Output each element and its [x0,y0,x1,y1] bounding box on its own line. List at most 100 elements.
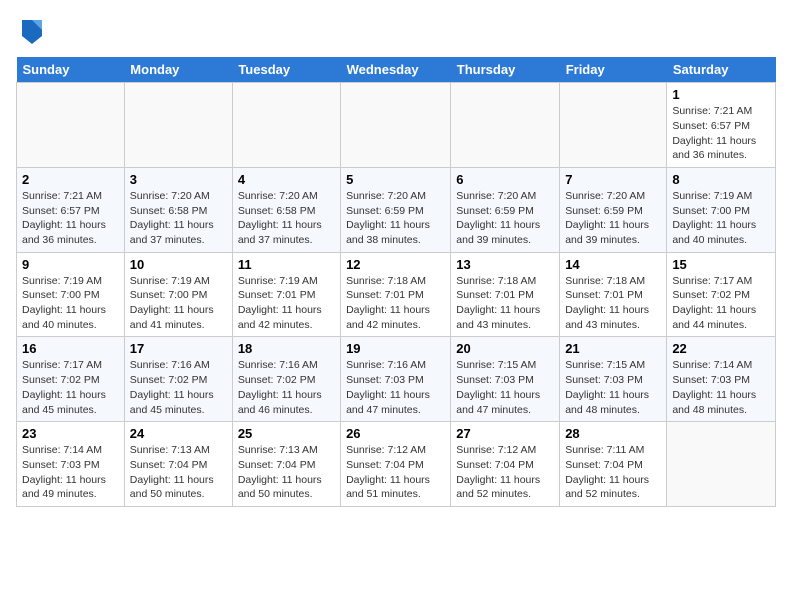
day-info: Sunrise: 7:18 AM Sunset: 7:01 PM Dayligh… [456,274,554,333]
calendar-week-5: 23 Sunrise: 7:14 AM Sunset: 7:03 PM Dayli… [17,422,776,507]
day-number: 11 [238,257,335,272]
day-info: Sunrise: 7:14 AM Sunset: 7:03 PM Dayligh… [22,443,119,502]
day-number: 26 [346,426,445,441]
day-number: 16 [22,341,119,356]
day-info: Sunrise: 7:19 AM Sunset: 7:00 PM Dayligh… [672,189,770,248]
calendar-cell [17,83,125,168]
calendar-cell: 14Sunrise: 7:18 AM Sunset: 7:01 PM Dayli… [560,252,667,337]
weekday-header-monday: Monday [124,57,232,83]
day-number: 23 [22,426,119,441]
calendar-cell: 11 Sunrise: 7:19 AM Sunset: 7:01 PM Dayli… [232,252,340,337]
calendar-cell: 15 Sunrise: 7:17 AM Sunset: 7:02 PM Dayli… [667,252,776,337]
day-number: 10 [130,257,227,272]
calendar-cell: 4 Sunrise: 7:20 AM Sunset: 6:58 PM Daylig… [232,167,340,252]
day-number: 6 [456,172,554,187]
weekday-header-tuesday: Tuesday [232,57,340,83]
day-number: 19 [346,341,445,356]
calendar-cell: 19 Sunrise: 7:16 AM Sunset: 7:03 PM Dayli… [341,337,451,422]
day-number: 22 [672,341,770,356]
calendar-cell: 8 Sunrise: 7:19 AM Sunset: 7:00 PM Daylig… [667,167,776,252]
calendar-cell: 20 Sunrise: 7:15 AM Sunset: 7:03 PM Dayli… [451,337,560,422]
calendar-cell: 1 Sunrise: 7:21 AM Sunset: 6:57 PM Daylig… [667,83,776,168]
weekday-header-saturday: Saturday [667,57,776,83]
day-info: Sunrise: 7:16 AM Sunset: 7:02 PM Dayligh… [238,358,335,417]
day-info: Sunrise: 7:20 AM Sunset: 6:59 PM Dayligh… [456,189,554,248]
day-info: Sunrise: 7:13 AM Sunset: 7:04 PM Dayligh… [238,443,335,502]
calendar-cell: 3 Sunrise: 7:20 AM Sunset: 6:58 PM Daylig… [124,167,232,252]
calendar-cell: 22 Sunrise: 7:14 AM Sunset: 7:03 PM Dayli… [667,337,776,422]
day-info: Sunrise: 7:15 AM Sunset: 7:03 PM Dayligh… [565,358,661,417]
day-info: Sunrise: 7:20 AM Sunset: 6:59 PM Dayligh… [565,189,661,248]
weekday-header-thursday: Thursday [451,57,560,83]
weekday-header-wednesday: Wednesday [341,57,451,83]
day-number: 12 [346,257,445,272]
calendar-cell: 18 Sunrise: 7:16 AM Sunset: 7:02 PM Dayli… [232,337,340,422]
weekday-header-friday: Friday [560,57,667,83]
day-info: Sunrise: 7:20 AM Sunset: 6:58 PM Dayligh… [238,189,335,248]
day-number: 13 [456,257,554,272]
day-number: 28 [565,426,661,441]
calendar-cell: 25 Sunrise: 7:13 AM Sunset: 7:04 PM Dayli… [232,422,340,507]
day-number: 27 [456,426,554,441]
calendar-table: SundayMondayTuesdayWednesdayThursdayFrid… [16,57,776,507]
day-number: 18 [238,341,335,356]
calendar-cell: 10 Sunrise: 7:19 AM Sunset: 7:00 PM Dayli… [124,252,232,337]
day-number: 5 [346,172,445,187]
calendar-cell [341,83,451,168]
calendar-cell: 27 Sunrise: 7:12 AM Sunset: 7:04 PM Dayli… [451,422,560,507]
day-info: Sunrise: 7:21 AM Sunset: 6:57 PM Dayligh… [672,104,770,163]
calendar-week-4: 16 Sunrise: 7:17 AM Sunset: 7:02 PM Dayli… [17,337,776,422]
calendar-cell: 28 Sunrise: 7:11 AM Sunset: 7:04 PM Dayli… [560,422,667,507]
day-info: Sunrise: 7:16 AM Sunset: 7:02 PM Dayligh… [130,358,227,417]
calendar-cell: 6 Sunrise: 7:20 AM Sunset: 6:59 PM Daylig… [451,167,560,252]
day-number: 20 [456,341,554,356]
calendar-cell [667,422,776,507]
calendar-cell: 24 Sunrise: 7:13 AM Sunset: 7:04 PM Dayli… [124,422,232,507]
calendar-week-1: 1 Sunrise: 7:21 AM Sunset: 6:57 PM Daylig… [17,83,776,168]
day-info: Sunrise: 7:11 AM Sunset: 7:04 PM Dayligh… [565,443,661,502]
calendar-cell: 7 Sunrise: 7:20 AM Sunset: 6:59 PM Daylig… [560,167,667,252]
day-number: 8 [672,172,770,187]
calendar-cell: 26 Sunrise: 7:12 AM Sunset: 7:04 PM Dayli… [341,422,451,507]
day-info: Sunrise: 7:12 AM Sunset: 7:04 PM Dayligh… [456,443,554,502]
day-number: 21 [565,341,661,356]
day-info: Sunrise: 7:17 AM Sunset: 7:02 PM Dayligh… [22,358,119,417]
day-number: 14 [565,257,661,272]
header-row: SundayMondayTuesdayWednesdayThursdayFrid… [17,57,776,83]
day-info: Sunrise: 7:17 AM Sunset: 7:02 PM Dayligh… [672,274,770,333]
day-info: Sunrise: 7:21 AM Sunset: 6:57 PM Dayligh… [22,189,119,248]
day-number: 1 [672,87,770,102]
day-info: Sunrise: 7:19 AM Sunset: 7:01 PM Dayligh… [238,274,335,333]
calendar-cell: 21 Sunrise: 7:15 AM Sunset: 7:03 PM Dayli… [560,337,667,422]
calendar-cell: 13 Sunrise: 7:18 AM Sunset: 7:01 PM Dayli… [451,252,560,337]
day-info: Sunrise: 7:13 AM Sunset: 7:04 PM Dayligh… [130,443,227,502]
page-header [16,16,776,49]
day-info: Sunrise: 7:18 AM Sunset: 7:01 PM Dayligh… [346,274,445,333]
day-number: 3 [130,172,227,187]
day-info: Sunrise: 7:19 AM Sunset: 7:00 PM Dayligh… [130,274,227,333]
weekday-header-sunday: Sunday [17,57,125,83]
calendar-cell [451,83,560,168]
day-number: 7 [565,172,661,187]
calendar-cell: 17 Sunrise: 7:16 AM Sunset: 7:02 PM Dayli… [124,337,232,422]
calendar-cell [232,83,340,168]
day-number: 17 [130,341,227,356]
day-info: Sunrise: 7:20 AM Sunset: 6:59 PM Dayligh… [346,189,445,248]
day-number: 24 [130,426,227,441]
day-number: 9 [22,257,119,272]
day-info: Sunrise: 7:15 AM Sunset: 7:03 PM Dayligh… [456,358,554,417]
calendar-cell [560,83,667,168]
day-number: 2 [22,172,119,187]
day-info: Sunrise: 7:12 AM Sunset: 7:04 PM Dayligh… [346,443,445,502]
day-info: Sunrise: 7:19 AM Sunset: 7:00 PM Dayligh… [22,274,119,333]
day-info: Sunrise: 7:14 AM Sunset: 7:03 PM Dayligh… [672,358,770,417]
logo [16,16,46,49]
day-number: 25 [238,426,335,441]
logo-icon [18,16,46,44]
day-info: Sunrise: 7:16 AM Sunset: 7:03 PM Dayligh… [346,358,445,417]
day-info: Sunrise: 7:20 AM Sunset: 6:58 PM Dayligh… [130,189,227,248]
calendar-cell: 12 Sunrise: 7:18 AM Sunset: 7:01 PM Dayli… [341,252,451,337]
day-number: 15 [672,257,770,272]
day-number: 4 [238,172,335,187]
calendar-cell: 5 Sunrise: 7:20 AM Sunset: 6:59 PM Daylig… [341,167,451,252]
